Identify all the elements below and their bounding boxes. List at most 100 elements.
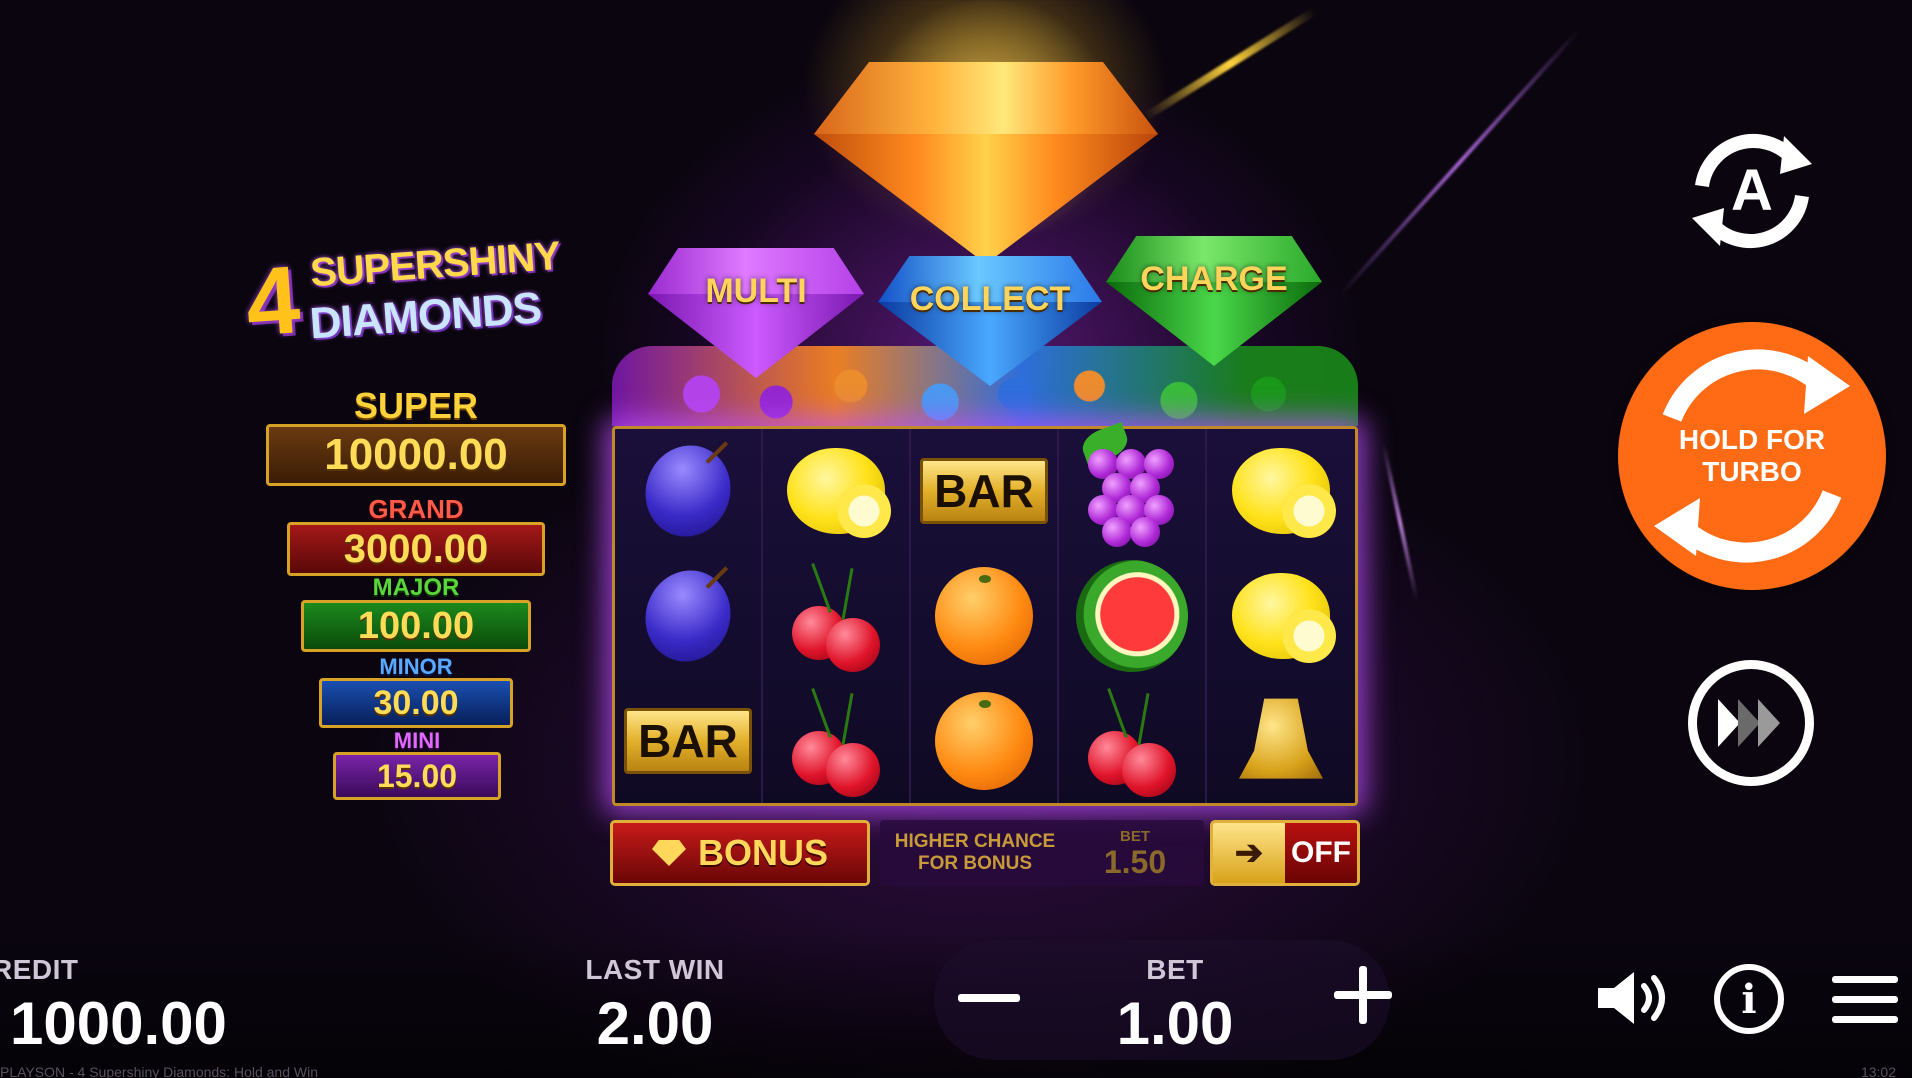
autoplay-letter: A (1731, 158, 1773, 223)
bar-icon: BAR (920, 458, 1048, 525)
hamburger-icon-bar (1832, 976, 1898, 983)
toggle-state: OFF (1291, 836, 1351, 869)
last-win-value: 2.00 (596, 990, 714, 1057)
last-win-display: LAST WIN 2.00 (560, 956, 750, 1054)
chance-text-line-1: HIGHER CHANCE (894, 831, 1056, 852)
reel-cell (763, 553, 911, 679)
bet-label: BET (1146, 954, 1204, 985)
credit-value: 1000.00 (10, 990, 227, 1057)
speaker-icon (1598, 972, 1665, 1024)
spin-text: HOLD FOR TURBO (1618, 424, 1886, 488)
reel-cell: BAR (615, 678, 763, 803)
spin-text-line-2: TURBO (1702, 456, 1802, 487)
game-logo: 4 SUPERSHINY DIAMONDS (242, 224, 589, 363)
jackpot-super: SUPER 10000.00 (264, 388, 568, 486)
bar-icon: BAR (624, 707, 752, 774)
lemon-icon (1232, 572, 1336, 663)
big-orange-diamond-icon (814, 62, 1158, 264)
jackpot-label: MINI (393, 728, 441, 753)
jackpot-label: GRAND (368, 494, 464, 524)
multi-diamond: MULTI (648, 248, 864, 378)
cherries-icon (786, 687, 886, 797)
diamond-icon (651, 840, 686, 866)
grapes-icon (1076, 422, 1188, 548)
chance-bet: BET 1.50 (1070, 829, 1200, 878)
hamburger-icon-bar (1832, 1016, 1898, 1023)
reel-cell (1059, 422, 1207, 554)
logo-number: 4 (242, 246, 304, 357)
autoplay-button[interactable]: A (1680, 126, 1824, 256)
jackpot-label: MAJOR (372, 574, 460, 601)
reel-cell (1207, 554, 1355, 679)
footer-title: PLAYSON - 4 Supershiny Diamonds: Hold an… (0, 1064, 318, 1078)
jackpot-mini: MINI 15.00 (332, 730, 502, 800)
reel-cell (615, 429, 763, 554)
charge-diamond: CHARGE (1106, 236, 1322, 366)
jackpot-label: MINOR (379, 654, 453, 679)
cherries-icon (786, 563, 886, 672)
chance-bet-value: 1.50 (1103, 843, 1167, 880)
jackpot-value: 3000.00 (287, 522, 545, 576)
chance-bet-label: BET (1120, 827, 1150, 845)
jackpot-value: 30.00 (319, 678, 513, 728)
bet-decrease-button[interactable] (958, 994, 1020, 1002)
hamburger-icon-bar (1832, 996, 1898, 1003)
autoplay-icon: A (1692, 134, 1812, 248)
jackpot-value: 10000.00 (266, 424, 566, 486)
jackpot-value: 100.00 (301, 600, 531, 652)
reel-cell (1207, 678, 1355, 803)
reel-cell (911, 678, 1059, 803)
jackpot-grand: GRAND 3000.00 (286, 496, 546, 576)
footer-clock: 13:02 (1860, 1064, 1896, 1078)
turbo-button[interactable] (1688, 660, 1814, 786)
chance-text: HIGHER CHANCE FOR BONUS (880, 831, 1070, 875)
arrow-right-icon: ➔ (1213, 823, 1285, 883)
fast-forward-icon (1718, 699, 1780, 747)
bell-icon (1239, 698, 1323, 779)
jackpot-minor: MINOR 30.00 (318, 656, 514, 728)
jackpot-label: SUPER (353, 385, 479, 426)
menu-button[interactable] (1832, 976, 1898, 1028)
spin-text-line-1: HOLD FOR (1678, 424, 1826, 455)
orange-icon (935, 691, 1033, 790)
spin-button[interactable]: HOLD FOR TURBO (1618, 322, 1886, 590)
watermelon-icon (1061, 545, 1203, 687)
lightning-streak (1381, 443, 1419, 601)
info-button[interactable]: i (1714, 964, 1784, 1034)
bet-value: 1.00 (1116, 990, 1234, 1057)
orange-icon (935, 566, 1033, 665)
lemon-icon (787, 448, 891, 539)
reel-cell (763, 429, 911, 554)
bonus-chance-panel: HIGHER CHANCE FOR BONUS BET 1.50 (880, 820, 1204, 886)
lightning-streak (1338, 26, 1582, 298)
credit-label: REDIT (0, 954, 79, 985)
bet-increase-button[interactable] (1334, 966, 1392, 1024)
last-win-label: LAST WIN (585, 954, 725, 985)
sound-button[interactable] (1596, 968, 1672, 1028)
collect-diamond: COLLECT (878, 256, 1102, 386)
lightning-streak (1143, 7, 1317, 121)
lemon-icon (1232, 448, 1336, 539)
bet-display: BET 1.00 (1080, 956, 1270, 1054)
chance-text-line-2: FOR BONUS (918, 853, 1032, 874)
collect-label: COLLECT (909, 280, 1071, 318)
jackpot-value: 15.00 (333, 752, 501, 800)
bonus-label: BONUS (697, 832, 828, 873)
info-icon: i (1741, 975, 1757, 1023)
reel-cell (763, 678, 911, 803)
reel-cell (1207, 429, 1355, 554)
bonus-chance-toggle[interactable]: ➔ OFF (1210, 820, 1360, 886)
cherries-icon (1082, 687, 1182, 797)
plum-icon (632, 558, 744, 674)
reel-cell (1059, 545, 1207, 687)
plum-icon (632, 433, 744, 549)
multi-label: MULTI (705, 272, 807, 310)
charge-label: CHARGE (1140, 260, 1288, 298)
credit-display: REDIT 1000.00 (0, 956, 227, 1054)
reel-cell (1059, 678, 1207, 803)
bonus-button[interactable]: BONUS (610, 820, 870, 886)
jackpot-major: MAJOR 100.00 (300, 576, 532, 652)
reel-cell: BAR (911, 429, 1059, 554)
reel-cell (615, 553, 763, 679)
reel-cell (911, 553, 1059, 679)
